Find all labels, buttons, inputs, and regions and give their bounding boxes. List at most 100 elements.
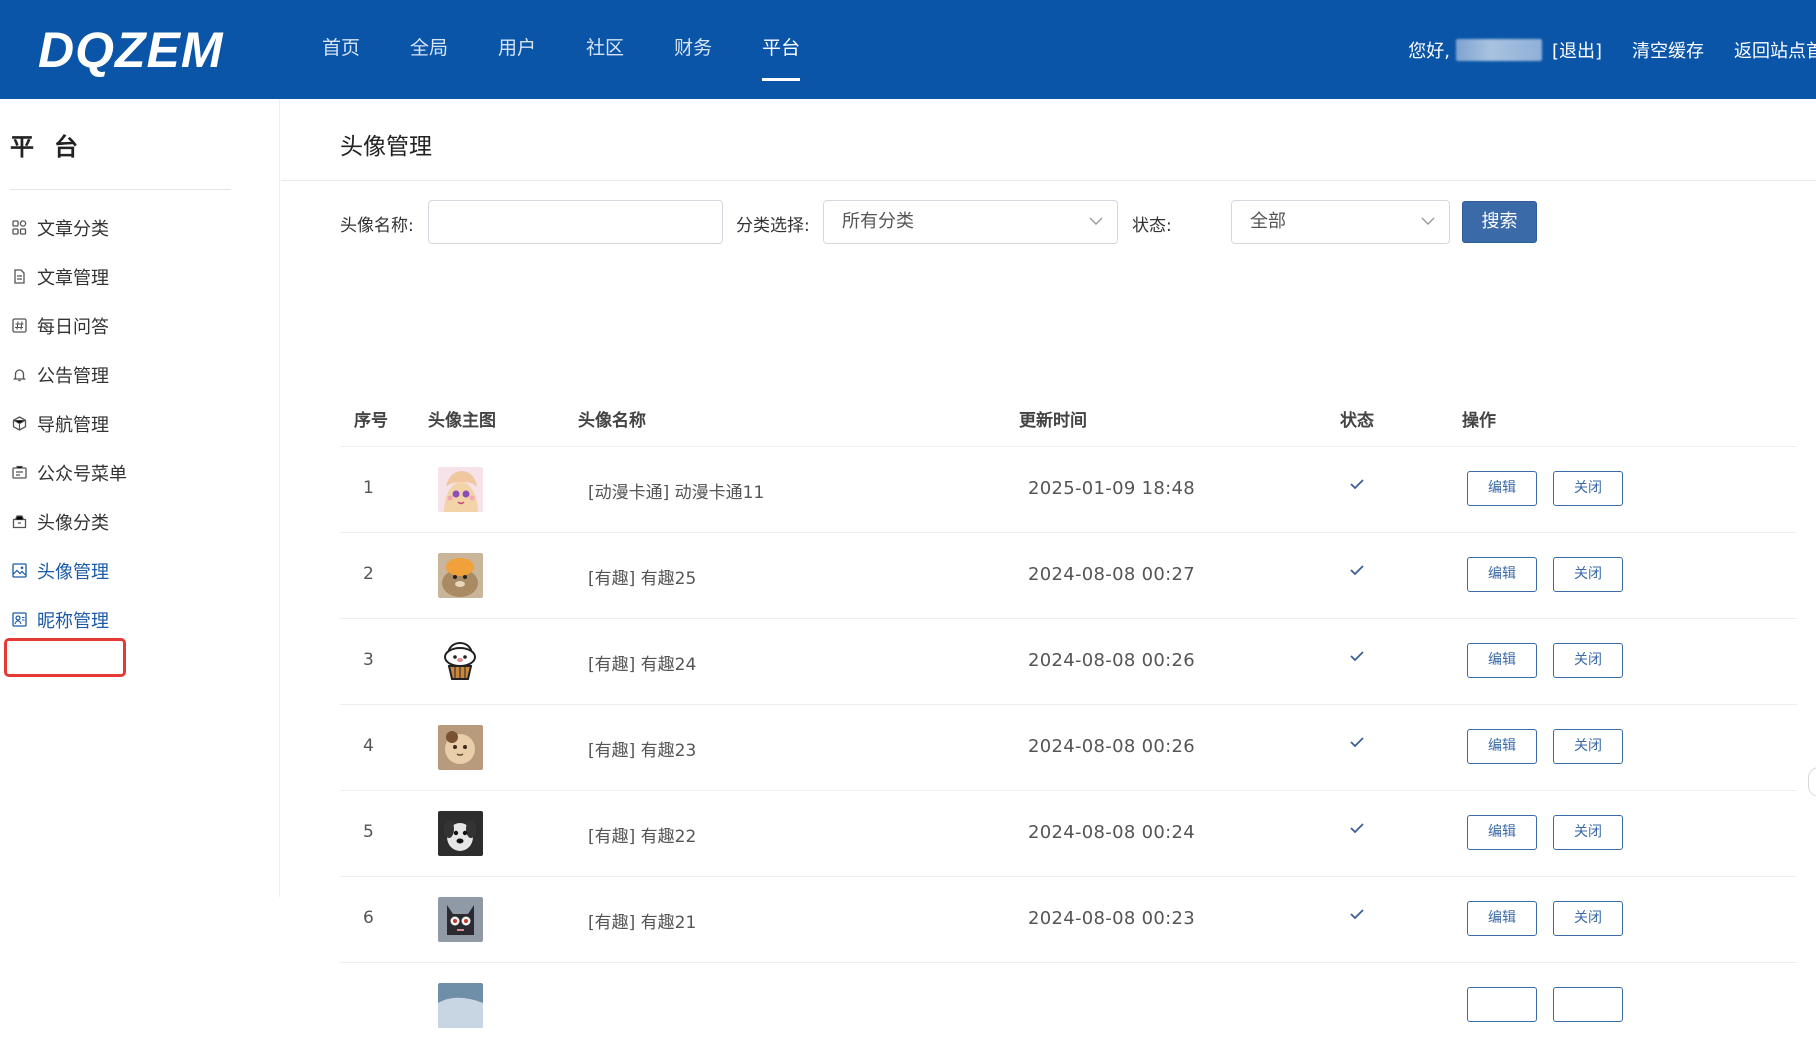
- nav-users[interactable]: 用户: [498, 0, 536, 99]
- back-to-top-handle[interactable]: [1808, 767, 1816, 797]
- status-label: 状态:: [1132, 216, 1172, 236]
- close-button[interactable]: 关闭: [1553, 729, 1623, 764]
- avatar-thumbnail[interactable]: [438, 983, 483, 1028]
- sidebar-item-label: 昵称管理: [37, 610, 109, 632]
- search-button[interactable]: 搜索: [1462, 201, 1537, 243]
- nav-community[interactable]: 社区: [586, 0, 624, 99]
- status-select[interactable]: 全部: [1231, 200, 1450, 244]
- updated-time: 2024-08-08 00:24: [1028, 822, 1196, 843]
- row-index: 1: [363, 478, 374, 498]
- table-row: 1 [动漫卡通] 动漫卡通11 2025-01-09 18:48 编辑 关闭: [340, 447, 1797, 533]
- avatar-name: [动漫卡通] 动漫卡通11: [588, 483, 765, 503]
- row-index: 2: [363, 564, 374, 584]
- avatar-thumbnail[interactable]: [438, 553, 483, 598]
- category-select[interactable]: 所有分类: [823, 200, 1118, 244]
- top-header: DQZEM 首页 全局 用户 社区 财务 平台 您好, [退出] 清空缓存 返回…: [0, 0, 1816, 99]
- row-index: 3: [363, 650, 374, 670]
- avatar-thumbnail[interactable]: [438, 467, 483, 512]
- nav-home[interactable]: 首页: [322, 0, 360, 99]
- logo[interactable]: DQZEM: [38, 22, 224, 78]
- sidebar-item-daily-qa[interactable]: 每日问答: [0, 301, 280, 350]
- check-icon: [1350, 737, 1364, 748]
- nav-global[interactable]: 全局: [410, 0, 448, 99]
- folder-icon: [11, 514, 27, 530]
- chevron-down-icon: [1421, 217, 1435, 225]
- column-header-updated: 更新时间: [1019, 411, 1087, 431]
- updated-time: 2025-01-09 18:48: [1028, 478, 1196, 499]
- bell-icon: [11, 367, 27, 383]
- updated-time: 2024-08-08 00:27: [1028, 564, 1196, 585]
- logout-link[interactable]: [退出]: [1552, 37, 1602, 63]
- table-row: 4 [有趣] 有趣23 2024-08-08 00:26 编辑 关闭: [340, 705, 1797, 791]
- avatar-thumbnail[interactable]: [438, 725, 483, 770]
- sidebar-item-wechat-menu[interactable]: 公众号菜单: [0, 448, 280, 497]
- user-area: 您好, [退出] 清空缓存 返回站点首: [1408, 0, 1816, 99]
- avatar-name: [有趣] 有趣21: [588, 913, 697, 933]
- check-icon: [1350, 565, 1364, 576]
- cube-icon: [11, 416, 27, 432]
- edit-button[interactable]: 编辑: [1467, 557, 1537, 592]
- table-header: 序号 头像主图 头像名称 更新时间 状态 操作: [340, 361, 1797, 447]
- table-row: 6 [有趣] 有趣21 2024-08-08 00:23 编辑 关闭: [340, 877, 1797, 963]
- close-button[interactable]: 关闭: [1553, 901, 1623, 936]
- column-header-status: 状态: [1340, 411, 1374, 431]
- edit-button[interactable]: 编辑: [1467, 643, 1537, 678]
- document-icon: [11, 269, 27, 285]
- avatar-thumbnail[interactable]: [438, 897, 483, 942]
- sidebar-item-navigation[interactable]: 导航管理: [0, 399, 280, 448]
- column-header-thumbnail: 头像主图: [428, 411, 496, 431]
- avatar-thumbnail[interactable]: [438, 639, 483, 684]
- sidebar-menu: 文章分类 文章管理 每日问答 公告管理 导航管理 公众号菜单 头像分类 头像管理…: [0, 203, 280, 644]
- sidebar: 平台 文章分类 文章管理 每日问答 公告管理 导航管理 公众号菜单 头像分类 头…: [0, 99, 280, 897]
- edit-button[interactable]: 编辑: [1467, 729, 1537, 764]
- column-header-actions: 操作: [1462, 411, 1496, 431]
- sidebar-title: 平台: [10, 133, 98, 161]
- sidebar-item-nickname-manage[interactable]: 昵称管理: [0, 595, 280, 644]
- check-icon: [1350, 479, 1364, 490]
- close-button[interactable]: 关闭: [1553, 471, 1623, 506]
- sidebar-item-label: 头像管理: [37, 561, 109, 583]
- sidebar-item-announcement[interactable]: 公告管理: [0, 350, 280, 399]
- column-header-index: 序号: [354, 411, 388, 431]
- greeting: 您好,: [1408, 40, 1450, 62]
- edit-button[interactable]: 编辑: [1467, 815, 1537, 850]
- avatar-name: [有趣] 有趣22: [588, 827, 697, 847]
- masked-username: [1455, 38, 1542, 61]
- sidebar-item-avatar-manage[interactable]: 头像管理: [0, 546, 280, 595]
- close-button[interactable]: 关闭: [1553, 557, 1623, 592]
- edit-button[interactable]: 编辑: [1467, 901, 1537, 936]
- edit-button[interactable]: 编辑: [1467, 471, 1537, 506]
- sidebar-item-label: 每日问答: [37, 316, 109, 338]
- sidebar-item-article-category[interactable]: 文章分类: [0, 203, 280, 252]
- sidebar-item-article-manage[interactable]: 文章管理: [0, 252, 280, 301]
- row-index: 4: [363, 736, 374, 756]
- nav-platform[interactable]: 平台: [762, 0, 801, 99]
- avatar-name-input[interactable]: [428, 200, 723, 244]
- nav-finance[interactable]: 财务: [674, 0, 712, 99]
- close-button[interactable]: 关闭: [1553, 643, 1623, 678]
- table-row: [340, 963, 1797, 1049]
- row-index: 6: [363, 908, 374, 928]
- id-card-icon: [11, 465, 27, 481]
- main-nav: 首页 全局 用户 社区 财务 平台: [322, 0, 850, 99]
- check-icon: [1350, 909, 1364, 920]
- column-header-name: 头像名称: [578, 411, 646, 431]
- avatar-name: [有趣] 有趣24: [588, 655, 697, 675]
- sidebar-item-label: 文章管理: [37, 267, 109, 289]
- avatar-thumbnail[interactable]: [438, 811, 483, 856]
- avatar-name: [有趣] 有趣23: [588, 741, 697, 761]
- sidebar-item-label: 公众号菜单: [37, 463, 127, 485]
- close-button[interactable]: [1553, 987, 1623, 1022]
- title-divider: [281, 180, 1816, 181]
- sidebar-item-avatar-category[interactable]: 头像分类: [0, 497, 280, 546]
- clear-cache-link[interactable]: 清空缓存: [1632, 37, 1704, 63]
- edit-button[interactable]: [1467, 987, 1537, 1022]
- back-to-site-link[interactable]: 返回站点首: [1734, 37, 1816, 63]
- close-button[interactable]: 关闭: [1553, 815, 1623, 850]
- avatar-name-label: 头像名称:: [340, 216, 414, 236]
- category-select-value: 所有分类: [842, 211, 914, 232]
- sidebar-item-label: 公告管理: [37, 365, 109, 387]
- active-item-highlight: [4, 638, 126, 677]
- user-card-icon: [11, 612, 27, 628]
- image-icon: [11, 563, 27, 579]
